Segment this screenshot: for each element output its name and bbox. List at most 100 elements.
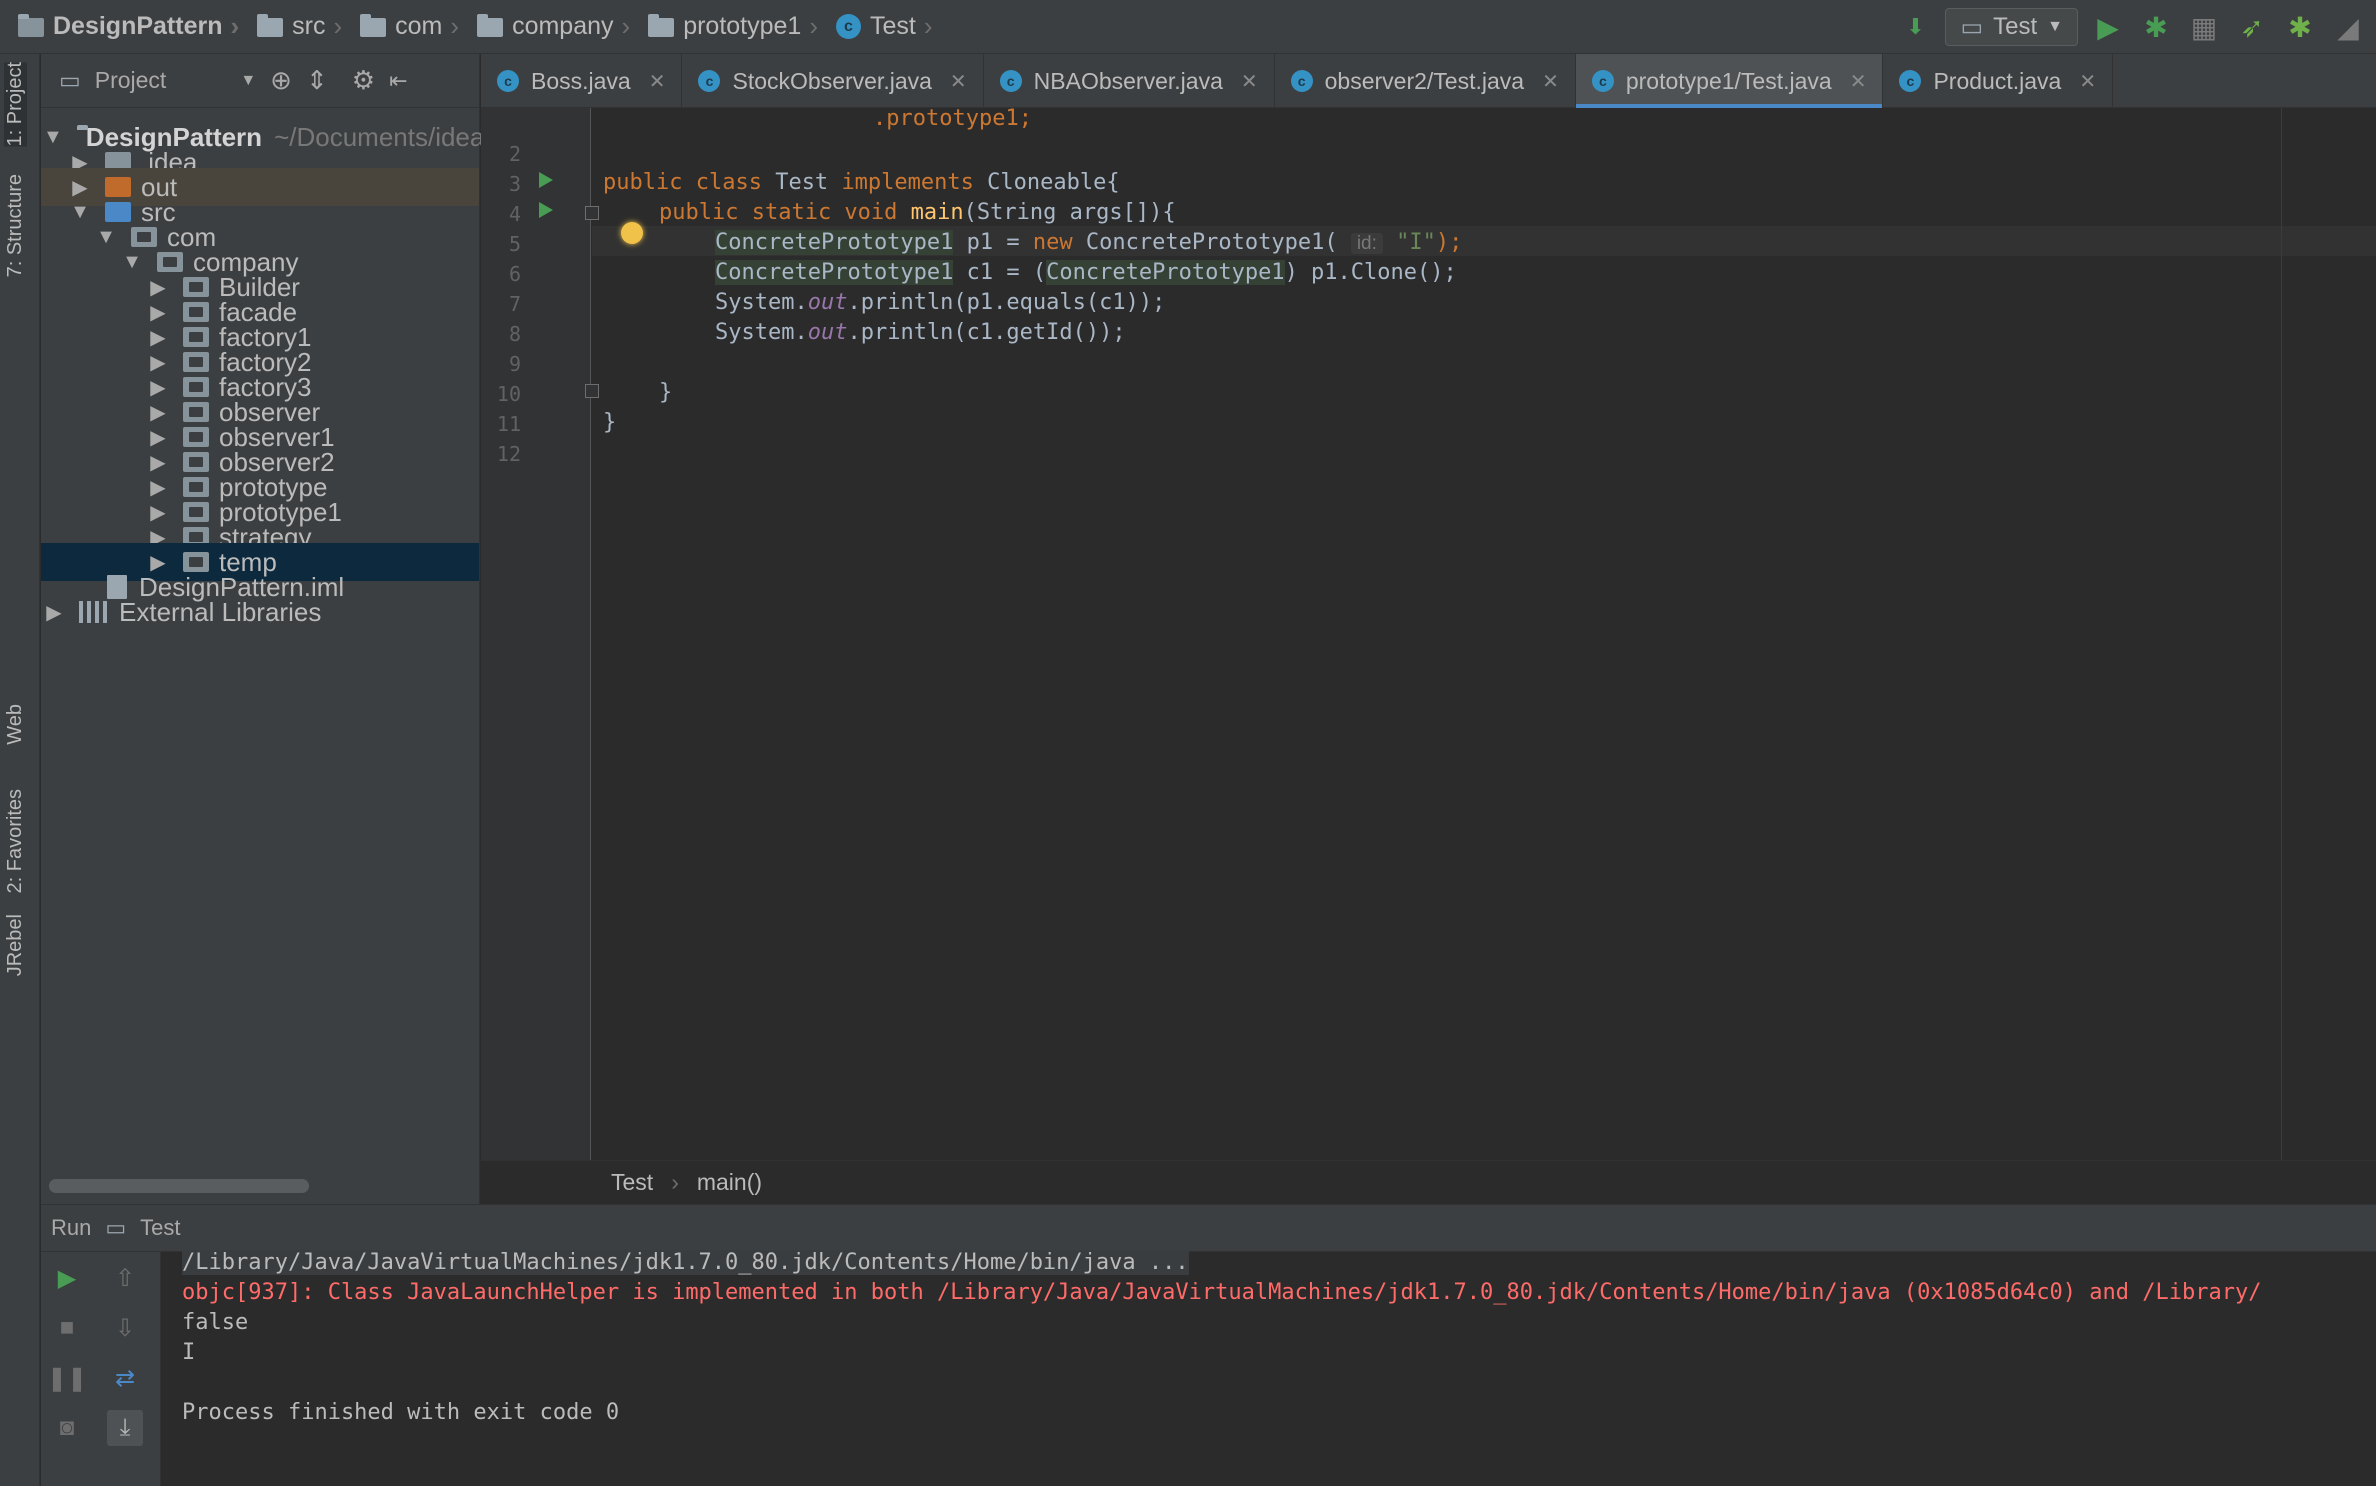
navigation-bar: DesignPattern › src › com › company › protot… [0,0,2376,54]
class-icon: c [836,14,861,39]
line-number: 2 [508,142,521,166]
folder-icon [648,14,675,37]
main-class-icon: c [1290,70,1313,92]
run-config-icon: ▭ [1960,13,1984,41]
chevron-down-icon[interactable]: ▼ [240,72,256,90]
scroll-to-end-icon[interactable]: ⤓ [107,1410,143,1446]
close-icon[interactable]: ✕ [1241,69,1258,94]
chevron-right-icon: › [333,11,343,41]
chevron-right-icon: › [809,11,818,41]
console-line: Process finished with exit code 0 [182,1400,620,1425]
jrebel-tool-tab[interactable]: JRebel [4,914,27,976]
breadcrumb-company[interactable]: company › [477,11,642,42]
run-gutter-icon[interactable] [539,202,553,218]
chevron-right-icon[interactable]: ▶ [43,600,65,625]
project-tool-tab[interactable]: 1: Project [4,62,27,147]
class-icon: c [497,70,519,92]
console-line: false [182,1310,249,1335]
debug-icon[interactable]: ✱ [2138,9,2174,45]
tab-stockobserver-java[interactable]: c StockObserver.java ✕ [682,54,984,108]
code-line-3: public class Test implements Cloneable{ [603,170,1120,195]
project-panel-header: ▭ Project ▼ ⊕ ⇕ ⚙ ⇤ [41,54,479,108]
run-panel-title: Run [51,1215,92,1240]
web-tool-tab[interactable]: Web [4,704,27,745]
line-number: 9 [508,352,521,376]
line-number: 5 [508,232,521,256]
run-toolbar: ▶ ⇧ ■ ⇩ ❚❚ ⇄ ◙ ⤓ [41,1252,161,1486]
code-line-8: System.out.println(c1.getId()); [715,320,1126,345]
library-icon [79,601,107,623]
fold-icon[interactable] [585,206,599,220]
chevron-right-icon: › [923,11,933,41]
toolbar-right: ⬇ ▭ Test ▼ ▶ ✱ ▦ ➶ ✱ ◢ [1897,0,2376,54]
close-icon[interactable]: ✕ [1542,69,1559,94]
close-icon[interactable]: ✕ [950,69,967,94]
jrebel-run-icon[interactable]: ➶ [2234,9,2270,45]
project-icon [18,14,44,37]
run-config-icon: ▭ [105,1215,127,1240]
soft-wrap-icon[interactable]: ⇄ [107,1360,143,1396]
chevron-down-icon: ▼ [2047,18,2063,35]
jrebel-debug-icon[interactable]: ✱ [2282,9,2318,45]
code-editor[interactable]: 2 3 4 5 6 7 8 9 10 11 12 .prototype1; pu… [481,106,2376,1160]
code-line-5: ConcretePrototype1 p1 = new ConcreteProt… [715,230,1463,255]
locate-icon[interactable]: ⊕ [270,65,292,96]
editor-breadcrumb-method[interactable]: main() [697,1169,762,1196]
more-icon[interactable]: ◢ [2330,9,2366,45]
class-icon: c [1899,70,1922,92]
class-icon: c [999,70,1022,92]
chevron-right-icon: › [230,11,240,41]
run-console[interactable]: /Library/Java/JavaVirtualMachines/jdk1.7… [162,1250,2376,1486]
breadcrumb: DesignPattern › src › com › company › protot… [0,0,951,54]
close-icon[interactable]: ✕ [649,69,666,94]
breadcrumb-prototype1[interactable]: prototype1 › [648,11,830,42]
line-number: 12 [496,442,521,466]
stop-icon[interactable]: ■ [49,1310,85,1346]
chevron-right-icon: › [450,11,460,41]
console-line: objc[937]: Class JavaLaunchHelper is imp… [182,1280,2262,1305]
class-icon: c [698,70,721,92]
tab-boss-java[interactable]: c Boss.java ✕ [481,54,683,108]
close-icon[interactable]: ✕ [1850,69,1867,94]
close-icon[interactable]: ✕ [2079,69,2096,94]
run-panel-header: Run ▭ Test [41,1204,2376,1252]
code-line-7: System.out.println(p1.equals(c1)); [715,290,1166,315]
dump-threads-icon[interactable]: ◙ [49,1410,85,1446]
breadcrumb-test[interactable]: c Test › [836,11,945,42]
project-view-select[interactable]: Project [95,67,167,94]
up-arrow-icon[interactable]: ⇧ [107,1260,143,1296]
breadcrumb-project[interactable]: DesignPattern › [18,11,251,42]
tab-product-java[interactable]: c Product.java ✕ [1883,54,2114,108]
run-tab-test[interactable]: Test [140,1215,180,1241]
breadcrumb-src[interactable]: src › [257,11,354,42]
run-icon[interactable]: ▶ [2090,9,2126,45]
collapse-icon[interactable]: ⇕ [306,65,328,96]
project-view-icon: ▭ [59,67,81,93]
line-number: 8 [508,322,521,346]
line-number: 7 [508,292,521,316]
tab-observer2-test-java[interactable]: c observer2/Test.java ✕ [1275,54,1576,108]
run-gutter-icon[interactable] [539,172,553,188]
tree-external-libraries[interactable]: ▶ External Libraries [41,593,479,631]
run-configuration-select[interactable]: ▭ Test ▼ [1945,8,2078,46]
breadcrumb-com[interactable]: com › [360,11,471,42]
hide-icon[interactable]: ⇤ [389,68,407,94]
tab-nbaobserver-java[interactable]: c NBAObserver.java ✕ [984,54,1275,108]
tab-prototype1-test-java[interactable]: c prototype1/Test.java ✕ [1575,54,1884,108]
favorites-tool-tab[interactable]: 2: Favorites [4,789,27,893]
gear-icon[interactable]: ⚙ [352,65,375,96]
horizontal-scrollbar[interactable] [49,1179,309,1193]
structure-tool-tab[interactable]: 7: Structure [4,174,27,277]
rerun-icon[interactable]: ▶ [49,1260,85,1296]
pause-icon[interactable]: ❚❚ [47,1360,87,1396]
code-line-6: ConcretePrototype1 c1 = (ConcretePrototy… [715,260,1457,285]
editor-gutter[interactable]: 2 3 4 5 6 7 8 9 10 11 12 [481,108,599,1160]
down-arrow-icon[interactable]: ⇩ [107,1310,143,1346]
coverage-icon[interactable]: ▦ [2186,9,2222,45]
code-line-11: } [603,410,617,435]
code-line-package: .prototype1; [873,106,1032,131]
fold-icon[interactable] [585,384,599,398]
lightbulb-icon[interactable] [621,222,643,244]
build-icon[interactable]: ⬇ [1897,9,1933,45]
editor-breadcrumb-class[interactable]: Test [611,1169,653,1196]
